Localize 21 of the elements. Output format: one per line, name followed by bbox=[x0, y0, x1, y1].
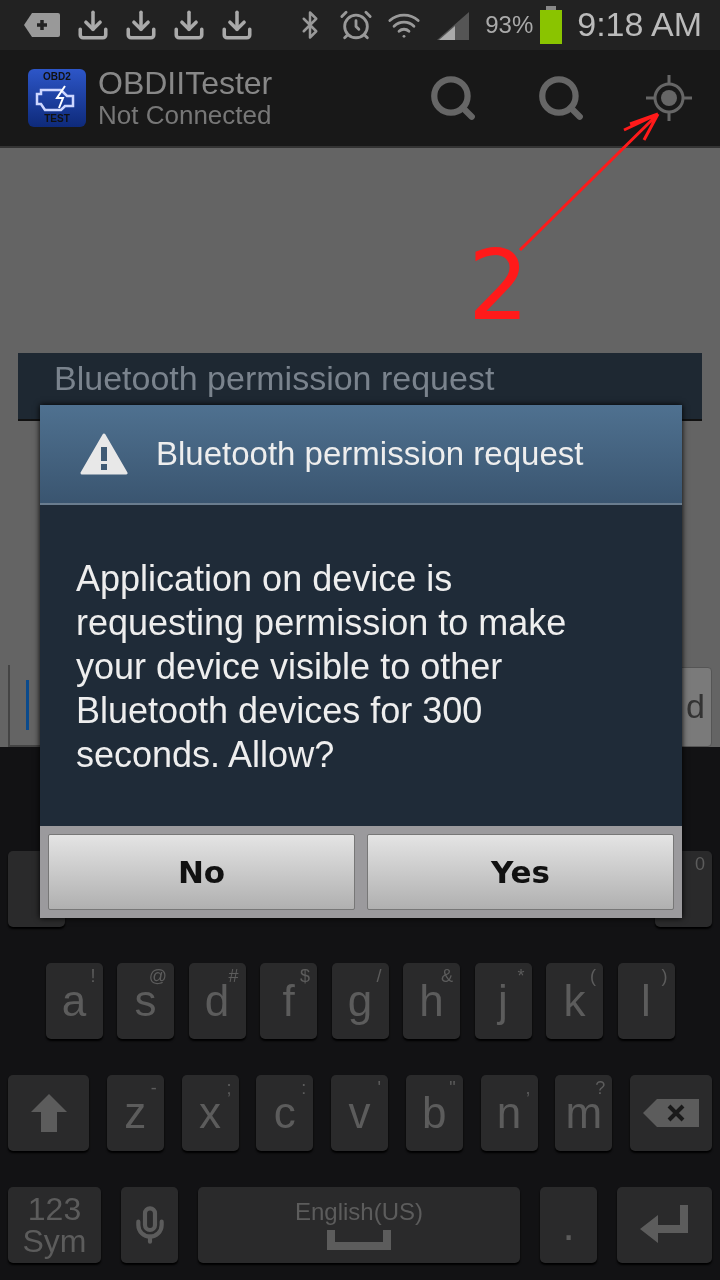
warning-icon bbox=[80, 433, 128, 475]
enter-icon bbox=[639, 1204, 690, 1245]
keyboard-key[interactable]: . bbox=[540, 1186, 597, 1263]
battery-icon bbox=[539, 5, 564, 44]
dialog-title: Bluetooth permission request bbox=[156, 435, 584, 473]
dialog-button[interactable]: No bbox=[48, 834, 355, 910]
space-bar-icon bbox=[327, 1229, 391, 1250]
backspace-icon bbox=[643, 1098, 699, 1127]
add-notification-icon bbox=[22, 10, 62, 39]
clock-time: 9:18 AM bbox=[577, 5, 702, 45]
locate-icon bbox=[644, 72, 694, 123]
annotation-number: 2 bbox=[468, 238, 530, 334]
battery-percent: 93% bbox=[485, 10, 534, 39]
app-title: OBDIITester bbox=[98, 65, 273, 101]
connection-status: Not Connected bbox=[98, 100, 273, 130]
signal-icon bbox=[435, 9, 472, 40]
locate-button[interactable] bbox=[644, 72, 694, 123]
dialog-message: Application on device is requesting permission to make your device visible to other Bluetooth devices for 300 seconds. Allow? bbox=[76, 557, 568, 777]
app-logo: OBD2 TEST bbox=[28, 68, 86, 127]
dialog-title: Bluetooth permission request bbox=[54, 358, 496, 398]
dialog-button[interactable]: Yes bbox=[367, 834, 674, 910]
